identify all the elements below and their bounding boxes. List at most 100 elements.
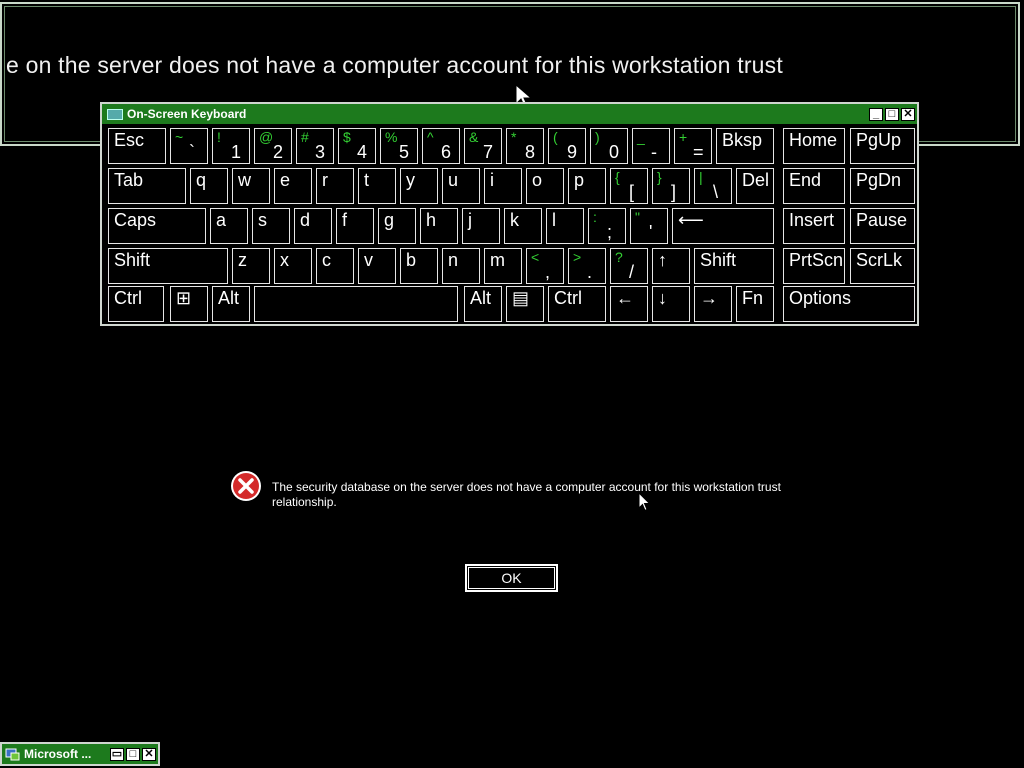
key-z[interactable]: z xyxy=(232,248,270,284)
key-down[interactable]: ↓ xyxy=(652,286,690,322)
key-tab[interactable]: Tab xyxy=(108,168,186,204)
key-label: Tab xyxy=(114,170,144,190)
key-1[interactable]: ! 1 xyxy=(212,128,250,164)
key-0[interactable]: ) 0 xyxy=(590,128,628,164)
key-home[interactable]: Home xyxy=(783,128,845,164)
maximize-button[interactable]: □ xyxy=(885,107,899,121)
key-equals[interactable]: + = xyxy=(674,128,712,164)
key-comma[interactable]: <, xyxy=(526,248,564,284)
key-pgdn[interactable]: PgDn xyxy=(850,168,915,204)
key-base-label: - xyxy=(651,142,657,162)
key-shift-label: > xyxy=(573,249,582,265)
key-slash[interactable]: ? / xyxy=(610,248,648,284)
key-caps[interactable]: Caps xyxy=(108,208,206,244)
key-grave[interactable]: ~ ` xyxy=(170,128,208,164)
key-shift-label: ~ xyxy=(175,129,184,145)
key-backslash[interactable]: | \ xyxy=(694,168,732,204)
key-label: m xyxy=(490,250,505,270)
key-l[interactable]: l xyxy=(546,208,584,244)
key-end[interactable]: End xyxy=(783,168,845,204)
key-label: l xyxy=(552,210,556,230)
key-e[interactable]: e xyxy=(274,168,312,204)
key-prtscn[interactable]: PrtScn xyxy=(783,248,845,284)
key-i[interactable]: i xyxy=(484,168,522,204)
key-quote[interactable]: " ' xyxy=(630,208,668,244)
minimized-window[interactable]: Microsoft ... ▭ □ ✕ xyxy=(0,742,160,766)
key-label: z xyxy=(238,250,247,270)
key-shift-label: % xyxy=(385,129,398,145)
key-shift-label: } xyxy=(657,169,662,185)
key-base-label: ] xyxy=(671,182,677,202)
key-h[interactable]: h xyxy=(420,208,458,244)
key-3[interactable]: #3 xyxy=(296,128,334,164)
key-a[interactable]: a xyxy=(210,208,248,244)
key-q[interactable]: q xyxy=(190,168,228,204)
key-9[interactable]: (9 xyxy=(548,128,586,164)
key-left[interactable]: ← xyxy=(610,286,648,322)
key-lctrl[interactable]: Ctrl xyxy=(108,286,164,322)
key-rshift[interactable]: Shift xyxy=(694,248,774,284)
key-lshift[interactable]: Shift xyxy=(108,248,228,284)
key-t[interactable]: t xyxy=(358,168,396,204)
key-options[interactable]: Options xyxy=(783,286,915,322)
key-period[interactable]: >. xyxy=(568,248,606,284)
key-space[interactable] xyxy=(254,286,458,322)
close-button[interactable]: ✕ xyxy=(142,747,156,761)
key-minus[interactable]: _ - xyxy=(632,128,670,164)
key-7[interactable]: & 7 xyxy=(464,128,502,164)
key-j[interactable]: j xyxy=(462,208,500,244)
minimize-button[interactable]: _ xyxy=(869,107,883,121)
key-up[interactable]: ↑ xyxy=(652,248,690,284)
key-6[interactable]: ^ 6 xyxy=(422,128,460,164)
key-fn[interactable]: Fn xyxy=(736,286,774,322)
key-del[interactable]: Del xyxy=(736,168,774,204)
key-shift-label: _ xyxy=(637,129,645,145)
key-esc[interactable]: Esc xyxy=(108,128,166,164)
key-s[interactable]: s xyxy=(252,208,290,244)
key-shift-label: & xyxy=(469,129,479,145)
key-rctrl[interactable]: Ctrl xyxy=(548,286,606,322)
key-x[interactable]: x xyxy=(274,248,312,284)
key-bksp[interactable]: Bksp xyxy=(716,128,774,164)
key-shift-label: ( xyxy=(553,129,558,145)
maximize-button[interactable]: □ xyxy=(126,747,140,761)
key-f[interactable]: f xyxy=(336,208,374,244)
key-o[interactable]: o xyxy=(526,168,564,204)
key-w[interactable]: w xyxy=(232,168,270,204)
key-lbracket[interactable]: {[ xyxy=(610,168,648,204)
key-win[interactable]: ⊞ xyxy=(170,286,208,322)
key-g[interactable]: g xyxy=(378,208,416,244)
key-r[interactable]: r xyxy=(316,168,354,204)
key-4[interactable]: $4 xyxy=(338,128,376,164)
key-insert[interactable]: Insert xyxy=(783,208,845,244)
key-p[interactable]: p xyxy=(568,168,606,204)
restore-button[interactable]: ▭ xyxy=(110,747,124,761)
key-enter[interactable]: ⟵ xyxy=(672,208,774,244)
key-right[interactable]: → xyxy=(694,286,732,322)
key-2[interactable]: @2 xyxy=(254,128,292,164)
key-rbracket[interactable]: }] xyxy=(652,168,690,204)
key-v[interactable]: v xyxy=(358,248,396,284)
close-button[interactable]: ✕ xyxy=(901,107,915,121)
key-pause[interactable]: Pause xyxy=(850,208,915,244)
key-ralt[interactable]: Alt xyxy=(464,286,502,322)
key-menu[interactable]: ▤ xyxy=(506,286,544,322)
key-k[interactable]: k xyxy=(504,208,542,244)
key-label: x xyxy=(280,250,289,270)
key-label: Shift xyxy=(700,250,737,270)
key-y[interactable]: y xyxy=(400,168,438,204)
key-5[interactable]: % 5 xyxy=(380,128,418,164)
key-n[interactable]: n xyxy=(442,248,480,284)
key-8[interactable]: * 8 xyxy=(506,128,544,164)
key-c[interactable]: c xyxy=(316,248,354,284)
key-pgup[interactable]: PgUp xyxy=(850,128,915,164)
key-u[interactable]: u xyxy=(442,168,480,204)
key-scrlk[interactable]: ScrLk xyxy=(850,248,915,284)
key-m[interactable]: m xyxy=(484,248,522,284)
key-semicolon[interactable]: :; xyxy=(588,208,626,244)
key-lalt[interactable]: Alt xyxy=(212,286,250,322)
osk-title-bar[interactable]: On-Screen Keyboard _ □ ✕ xyxy=(102,104,917,124)
ok-button[interactable]: OK xyxy=(465,564,558,592)
key-b[interactable]: b xyxy=(400,248,438,284)
key-d[interactable]: d xyxy=(294,208,332,244)
